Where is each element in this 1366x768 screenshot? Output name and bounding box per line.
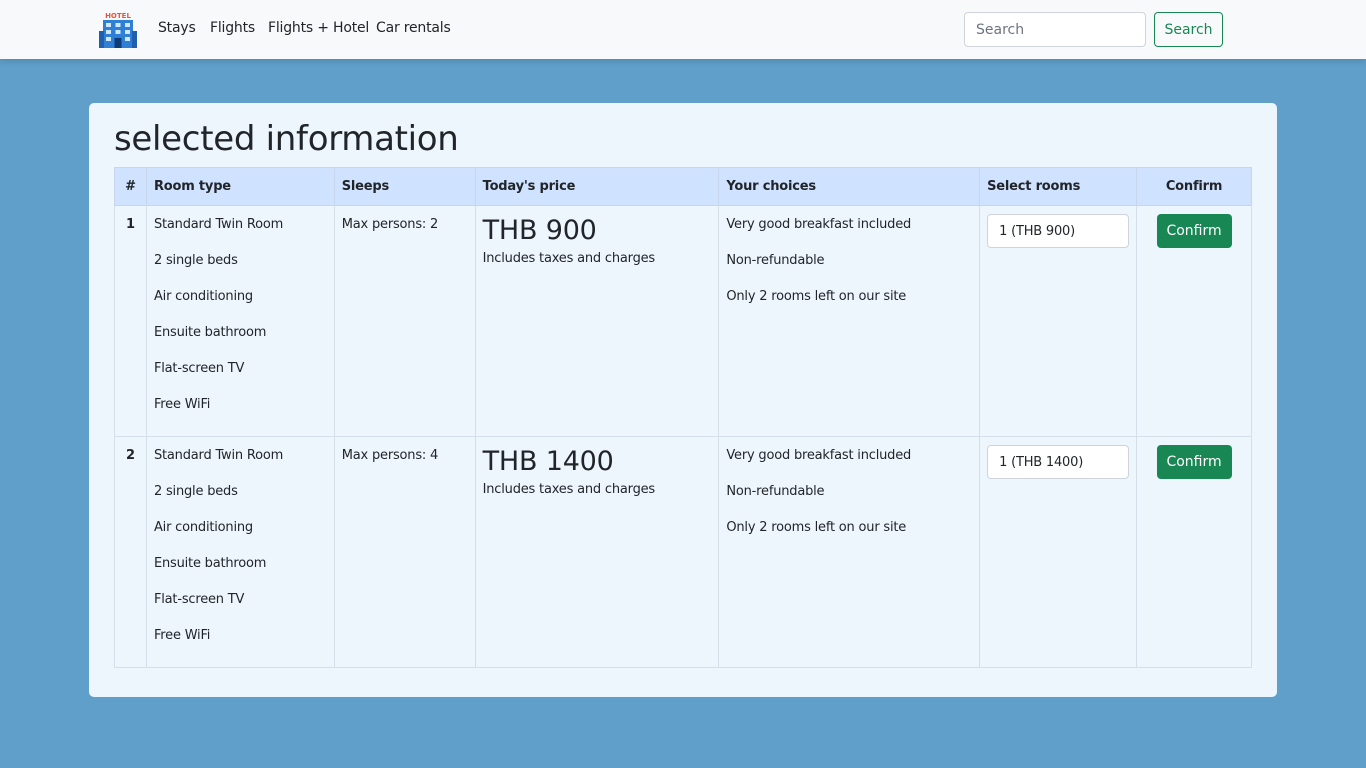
price-cell: THB 1400 Includes taxes and charges <box>474 436 720 668</box>
col-header-num: # <box>114 167 147 206</box>
choice-item: Very good breakfast included <box>726 217 912 232</box>
hotel-logo-icon[interactable]: HOTEL <box>99 11 137 48</box>
nav-link-flights-hotel[interactable]: Flights + Hotel <box>268 20 369 36</box>
table-header-row: # Room type Sleeps Today's price Your ch… <box>114 167 1252 206</box>
room-type-cell: Standard Twin Room 2 single beds Air con… <box>145 436 335 668</box>
price-note: Includes taxes and charges <box>482 482 656 497</box>
room-feature: 2 single beds <box>153 484 238 499</box>
room-feature: Standard Twin Room <box>153 217 284 232</box>
confirm-cell: Confirm <box>1136 436 1252 668</box>
room-feature: Free WiFi <box>153 628 211 643</box>
select-rooms-cell: 1 (THB 900) <box>979 205 1138 437</box>
room-feature: Air conditioning <box>153 289 253 304</box>
svg-text:HOTEL: HOTEL <box>105 12 131 20</box>
choices-cell: Very good breakfast included Non-refunda… <box>718 205 981 437</box>
choices-cell: Very good breakfast included Non-refunda… <box>718 436 981 668</box>
room-feature: Ensuite bathroom <box>153 556 267 571</box>
price-amount: THB 1400 <box>482 446 614 477</box>
table-row: 1 Standard Twin Room 2 single beds Air c… <box>114 205 1252 437</box>
col-header-room-type: Room type <box>145 167 335 206</box>
room-feature: Flat-screen TV <box>153 592 245 607</box>
price-note: Includes taxes and charges <box>482 251 656 266</box>
room-count-select[interactable]: 1 (THB 1400) <box>987 445 1130 479</box>
top-navbar: HOTEL Stays Flights Flights + Hotel Car … <box>0 0 1366 59</box>
room-feature: Air conditioning <box>153 520 253 535</box>
sleeps-cell: Max persons: 4 <box>333 436 476 668</box>
col-header-confirm: Confirm <box>1136 167 1252 206</box>
choice-item: Only 2 rooms left on our site <box>726 520 907 535</box>
nav-link-flights[interactable]: Flights <box>210 20 255 36</box>
col-header-price: Today's price <box>474 167 720 206</box>
room-type-cell: Standard Twin Room 2 single beds Air con… <box>145 205 335 437</box>
select-rooms-cell: 1 (THB 1400) <box>979 436 1138 668</box>
table-row: 2 Standard Twin Room 2 single beds Air c… <box>114 436 1252 668</box>
choice-item: Non-refundable <box>726 253 825 268</box>
selected-information-card: selected information # Room type Sleeps … <box>89 103 1277 697</box>
search-button[interactable]: Search <box>1154 12 1223 47</box>
choice-item: Non-refundable <box>726 484 825 499</box>
col-header-sleeps: Sleeps <box>333 167 476 206</box>
choice-item: Very good breakfast included <box>726 448 912 463</box>
room-feature: Standard Twin Room <box>153 448 284 463</box>
price-amount: THB 900 <box>482 215 597 246</box>
confirm-cell: Confirm <box>1136 205 1252 437</box>
nav-link-car-rentals[interactable]: Car rentals <box>376 20 451 36</box>
room-feature: Free WiFi <box>153 397 211 412</box>
row-number: 1 <box>114 205 147 437</box>
nav-link-stays[interactable]: Stays <box>158 20 196 36</box>
row-number: 2 <box>114 436 147 668</box>
room-feature: Flat-screen TV <box>153 361 245 376</box>
confirm-button[interactable]: Confirm <box>1156 445 1232 479</box>
room-count-select[interactable]: 1 (THB 900) <box>987 214 1130 248</box>
price-cell: THB 900 Includes taxes and charges <box>474 205 720 437</box>
page-title: selected information <box>114 119 459 159</box>
search-input[interactable] <box>964 12 1146 47</box>
choice-item: Only 2 rooms left on our site <box>726 289 907 304</box>
room-feature: Ensuite bathroom <box>153 325 267 340</box>
col-header-select-rooms: Select rooms <box>979 167 1138 206</box>
col-header-choices: Your choices <box>718 167 981 206</box>
room-feature: 2 single beds <box>153 253 238 268</box>
sleeps-cell: Max persons: 2 <box>333 205 476 437</box>
confirm-button[interactable]: Confirm <box>1156 214 1232 248</box>
rooms-table: # Room type Sleeps Today's price Your ch… <box>114 167 1252 668</box>
